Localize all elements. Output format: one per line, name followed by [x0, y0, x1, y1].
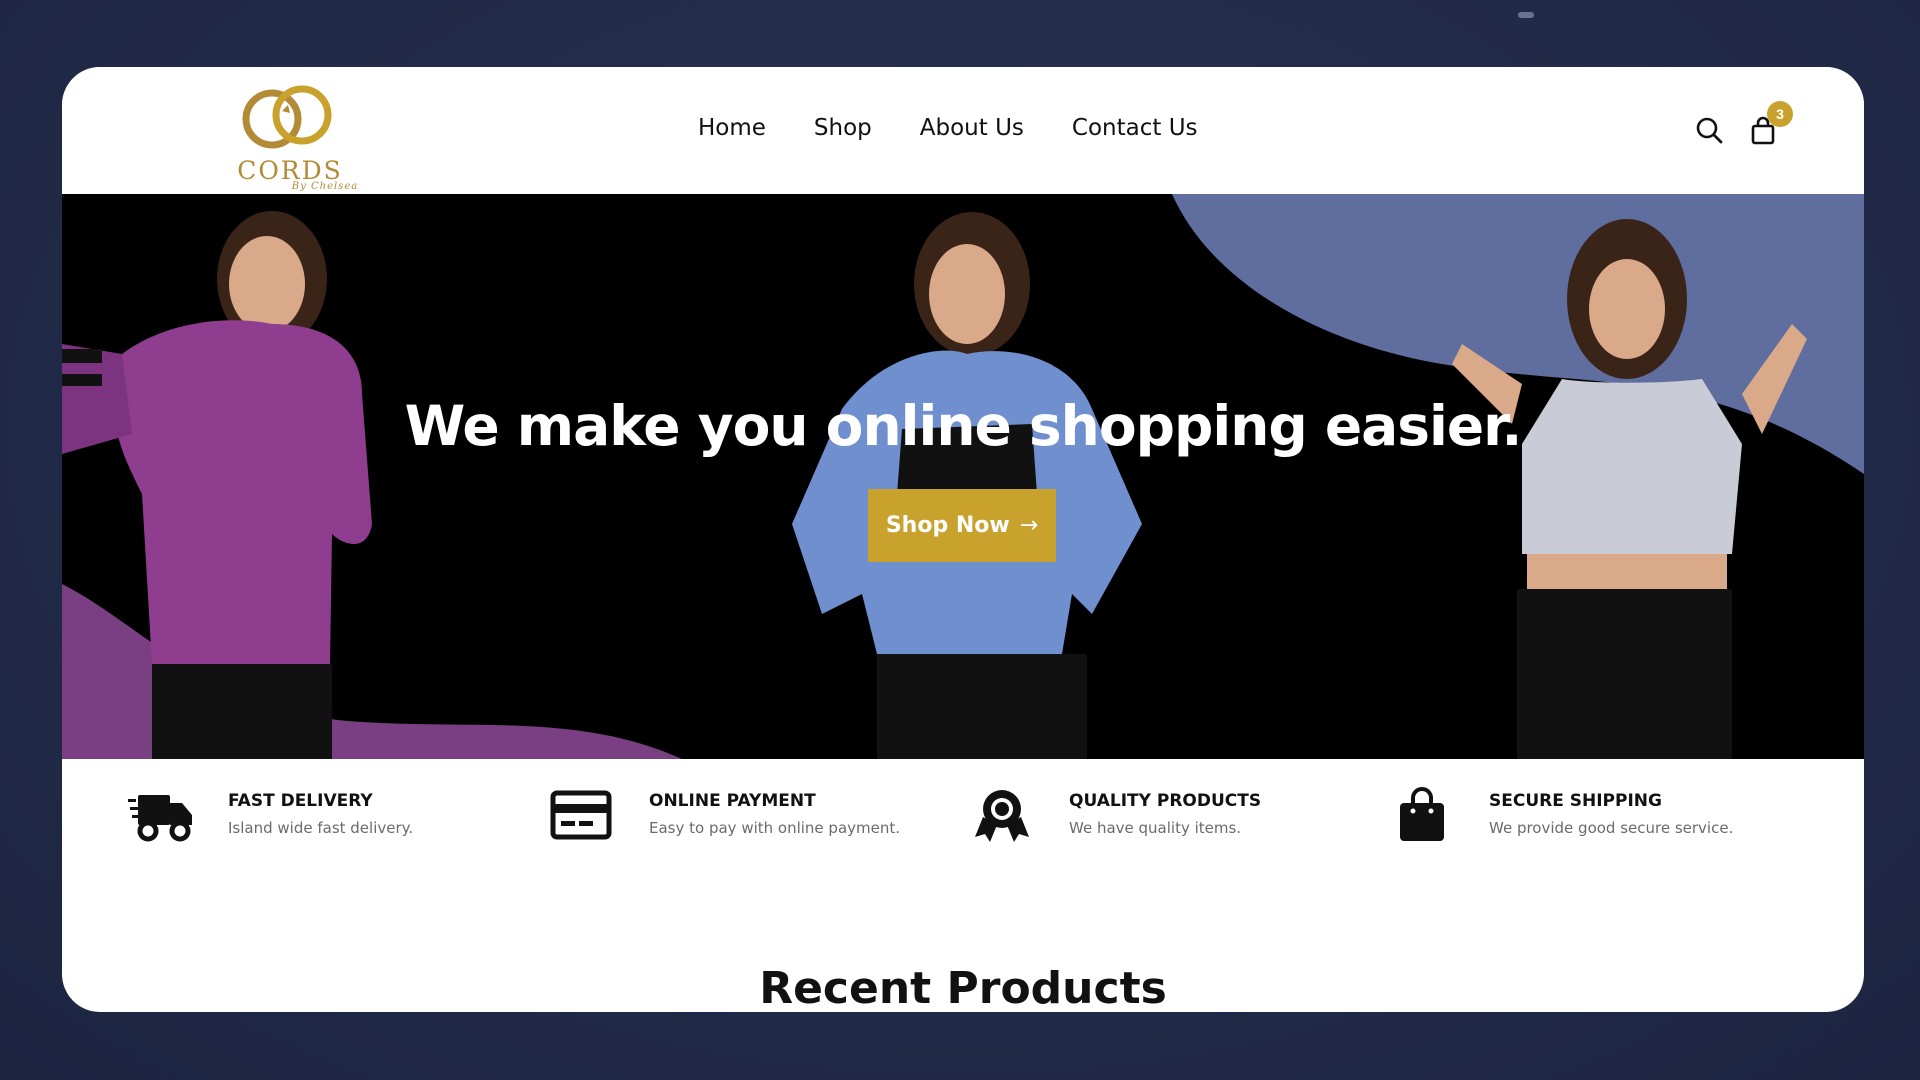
brand-logo[interactable]: CORDS By Chelsea	[210, 81, 370, 192]
arrow-right-icon: →	[1019, 513, 1039, 538]
website-frame: CORDS By Chelsea Home Shop About Us Cont…	[62, 67, 1864, 1012]
feature-subtitle: Easy to pay with online payment.	[649, 819, 901, 837]
logo-rings-icon	[242, 85, 332, 149]
background-speck	[1518, 12, 1534, 18]
delivery-truck-icon	[128, 787, 194, 843]
main-nav: Home Shop About Us Contact Us	[698, 115, 1198, 141]
site-header: CORDS By Chelsea Home Shop About Us Cont…	[62, 67, 1864, 194]
shop-now-button[interactable]: Shop Now →	[868, 489, 1056, 562]
feature-title: QUALITY PRODUCTS	[1069, 791, 1262, 811]
hero-headline: We make you online shopping easier.	[404, 394, 1523, 458]
features-bar: FAST DELIVERY Island wide fast delivery.…	[62, 759, 1864, 869]
cart-count-badge: 3	[1767, 101, 1793, 127]
nav-home[interactable]: Home	[698, 115, 766, 141]
nav-contact-us[interactable]: Contact Us	[1072, 115, 1198, 141]
credit-card-icon	[549, 787, 615, 843]
shop-now-label: Shop Now	[885, 513, 1010, 538]
search-icon[interactable]	[1692, 113, 1726, 147]
feature-title: FAST DELIVERY	[228, 791, 373, 811]
nav-about-us[interactable]: About Us	[920, 115, 1024, 141]
hero-background	[62, 194, 1864, 759]
feature-subtitle: We provide good secure service.	[1489, 819, 1734, 837]
brand-tagline: By Chelsea	[291, 181, 359, 192]
nav-shop[interactable]: Shop	[814, 115, 872, 141]
feature-subtitle: We have quality items.	[1069, 819, 1242, 837]
hero-banner: We make you online shopping easier. Shop…	[62, 194, 1864, 759]
feature-title: SECURE SHIPPING	[1489, 791, 1662, 811]
recent-products-heading: Recent Products	[759, 963, 1167, 1012]
feature-subtitle: Island wide fast delivery.	[228, 819, 414, 837]
shopping-bag-icon	[1389, 787, 1455, 843]
award-ribbon-icon	[969, 787, 1035, 843]
feature-title: ONLINE PAYMENT	[649, 791, 816, 811]
